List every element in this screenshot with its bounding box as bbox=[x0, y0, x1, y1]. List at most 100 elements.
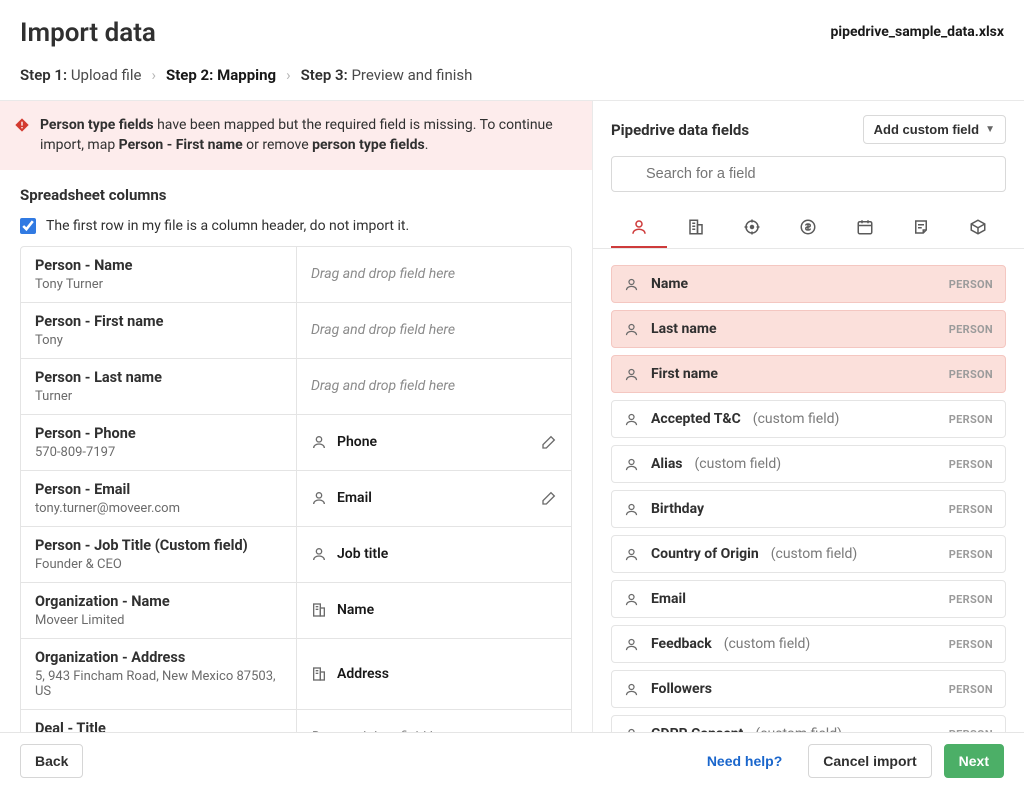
drop-target[interactable]: Drag and drop field here bbox=[296, 359, 571, 414]
field-row[interactable]: Email PERSON bbox=[611, 580, 1006, 618]
tab-lead[interactable] bbox=[724, 208, 780, 248]
category-tabs bbox=[593, 200, 1024, 249]
field-row[interactable]: Feedback (custom field) PERSON bbox=[611, 625, 1006, 663]
column-cell: Person - Last name Turner bbox=[21, 359, 296, 414]
column-row: Person - Phone 570-809-7197 Phone bbox=[21, 415, 571, 471]
field-name: Feedback bbox=[651, 636, 712, 652]
column-sample: 570-809-7197 bbox=[35, 445, 282, 460]
cancel-import-button[interactable]: Cancel import bbox=[808, 744, 931, 778]
column-sample: Moveer Limited bbox=[35, 613, 282, 628]
column-row: Organization - Name Moveer Limited Name bbox=[21, 583, 571, 639]
field-type-tag: PERSON bbox=[949, 593, 993, 606]
field-name: Alias bbox=[651, 456, 683, 472]
mapped-field-label: Job title bbox=[337, 546, 388, 562]
fields-list: Name PERSON Last name PERSON First name … bbox=[593, 249, 1024, 760]
mapped-field-icon bbox=[311, 434, 327, 450]
field-type-tag: PERSON bbox=[949, 278, 993, 291]
mapped-field-icon bbox=[311, 666, 327, 682]
chevron-down-icon: ▼ bbox=[985, 124, 995, 135]
column-title: Organization - Name bbox=[35, 593, 282, 610]
field-row[interactable]: Name PERSON bbox=[611, 265, 1006, 303]
field-row[interactable]: Last name PERSON bbox=[611, 310, 1006, 348]
field-name: Name bbox=[651, 276, 688, 292]
column-cell: Person - First name Tony bbox=[21, 303, 296, 358]
mapped-field-label: Name bbox=[337, 602, 374, 618]
drop-target[interactable]: Drag and drop field here bbox=[296, 247, 571, 302]
tab-person[interactable] bbox=[611, 208, 667, 248]
drop-target[interactable]: Address bbox=[296, 639, 571, 709]
field-row[interactable]: Birthday PERSON bbox=[611, 490, 1006, 528]
field-row[interactable]: Country of Origin (custom field) PERSON bbox=[611, 535, 1006, 573]
field-row[interactable]: Followers PERSON bbox=[611, 670, 1006, 708]
column-row: Person - Job Title (Custom field) Founde… bbox=[21, 527, 571, 583]
tab-note[interactable] bbox=[893, 208, 949, 248]
column-sample: Tony Turner bbox=[35, 277, 282, 292]
tab-product[interactable] bbox=[950, 208, 1006, 248]
person-icon bbox=[624, 457, 639, 472]
columns-table: Person - Name Tony Turner Drag and drop … bbox=[20, 246, 572, 739]
field-row[interactable]: Alias (custom field) PERSON bbox=[611, 445, 1006, 483]
drop-target[interactable]: Drag and drop field here bbox=[296, 303, 571, 358]
person-icon bbox=[624, 637, 639, 652]
field-name: Accepted T&C bbox=[651, 411, 741, 427]
field-row[interactable]: Accepted T&C (custom field) PERSON bbox=[611, 400, 1006, 438]
column-sample: Founder & CEO bbox=[35, 557, 282, 572]
search-input[interactable] bbox=[611, 156, 1006, 192]
column-sample: 5, 943 Fincham Road, New Mexico 87503, U… bbox=[35, 669, 282, 699]
mapped-field-label: Email bbox=[337, 490, 372, 506]
field-name: Country of Origin bbox=[651, 546, 759, 562]
field-type-tag: PERSON bbox=[949, 683, 993, 696]
person-icon bbox=[624, 502, 639, 517]
tab-organization[interactable] bbox=[667, 208, 723, 248]
warning-banner: Person type fields have been mapped but … bbox=[0, 101, 592, 170]
drop-target[interactable]: Email bbox=[296, 471, 571, 526]
tab-deal[interactable] bbox=[780, 208, 836, 248]
column-sample: tony.turner@moveer.com bbox=[35, 501, 282, 516]
warning-text: Person type fields have been mapped but … bbox=[40, 115, 574, 156]
field-row[interactable]: First name PERSON bbox=[611, 355, 1006, 393]
next-button[interactable]: Next bbox=[944, 744, 1004, 778]
column-title: Person - Email bbox=[35, 481, 282, 498]
need-help-link[interactable]: Need help? bbox=[693, 745, 796, 777]
breadcrumb-step-3[interactable]: Step 3: Preview and finish bbox=[301, 66, 473, 84]
column-title: Person - Phone bbox=[35, 425, 282, 442]
breadcrumb-step-2[interactable]: Step 2: Mapping bbox=[166, 66, 276, 84]
header-row-checkbox[interactable] bbox=[20, 218, 36, 234]
mapped-field-icon bbox=[311, 602, 327, 618]
tab-activity[interactable] bbox=[837, 208, 893, 248]
column-cell: Person - Job Title (Custom field) Founde… bbox=[21, 527, 296, 582]
column-cell: Organization - Name Moveer Limited bbox=[21, 583, 296, 638]
fields-heading: Pipedrive data fields bbox=[611, 121, 749, 139]
column-sample: Tony bbox=[35, 333, 282, 348]
drop-target[interactable]: Name bbox=[296, 583, 571, 638]
field-type-tag: PERSON bbox=[949, 548, 993, 561]
box-icon bbox=[969, 218, 987, 236]
mapped-field-icon bbox=[311, 546, 327, 562]
mapped-field-label: Phone bbox=[337, 434, 377, 450]
calendar-icon bbox=[856, 218, 874, 236]
column-row: Person - Email tony.turner@moveer.com Em… bbox=[21, 471, 571, 527]
page-title: Import data bbox=[20, 18, 156, 48]
breadcrumb-step-1[interactable]: Step 1: Upload file bbox=[20, 66, 141, 84]
edit-icon[interactable] bbox=[541, 434, 557, 450]
breadcrumb: Step 1: Upload file › Step 2: Mapping › … bbox=[0, 48, 1024, 100]
column-cell: Person - Email tony.turner@moveer.com bbox=[21, 471, 296, 526]
drop-target[interactable]: Phone bbox=[296, 415, 571, 470]
alert-icon bbox=[14, 117, 30, 133]
person-icon bbox=[624, 412, 639, 427]
edit-icon[interactable] bbox=[541, 490, 557, 506]
mapped-field-icon bbox=[311, 490, 327, 506]
column-title: Person - First name bbox=[35, 313, 282, 330]
add-custom-field-button[interactable]: Add custom field ▼ bbox=[863, 115, 1006, 144]
person-icon bbox=[624, 322, 639, 337]
dollar-icon bbox=[799, 218, 817, 236]
field-type-tag: PERSON bbox=[949, 458, 993, 471]
field-name: Birthday bbox=[651, 501, 704, 517]
target-icon bbox=[743, 218, 761, 236]
field-name: Last name bbox=[651, 321, 717, 337]
column-row: Organization - Address 5, 943 Fincham Ro… bbox=[21, 639, 571, 710]
back-button[interactable]: Back bbox=[20, 744, 83, 778]
drop-target[interactable]: Job title bbox=[296, 527, 571, 582]
column-cell: Person - Phone 570-809-7197 bbox=[21, 415, 296, 470]
column-cell: Organization - Address 5, 943 Fincham Ro… bbox=[21, 639, 296, 709]
